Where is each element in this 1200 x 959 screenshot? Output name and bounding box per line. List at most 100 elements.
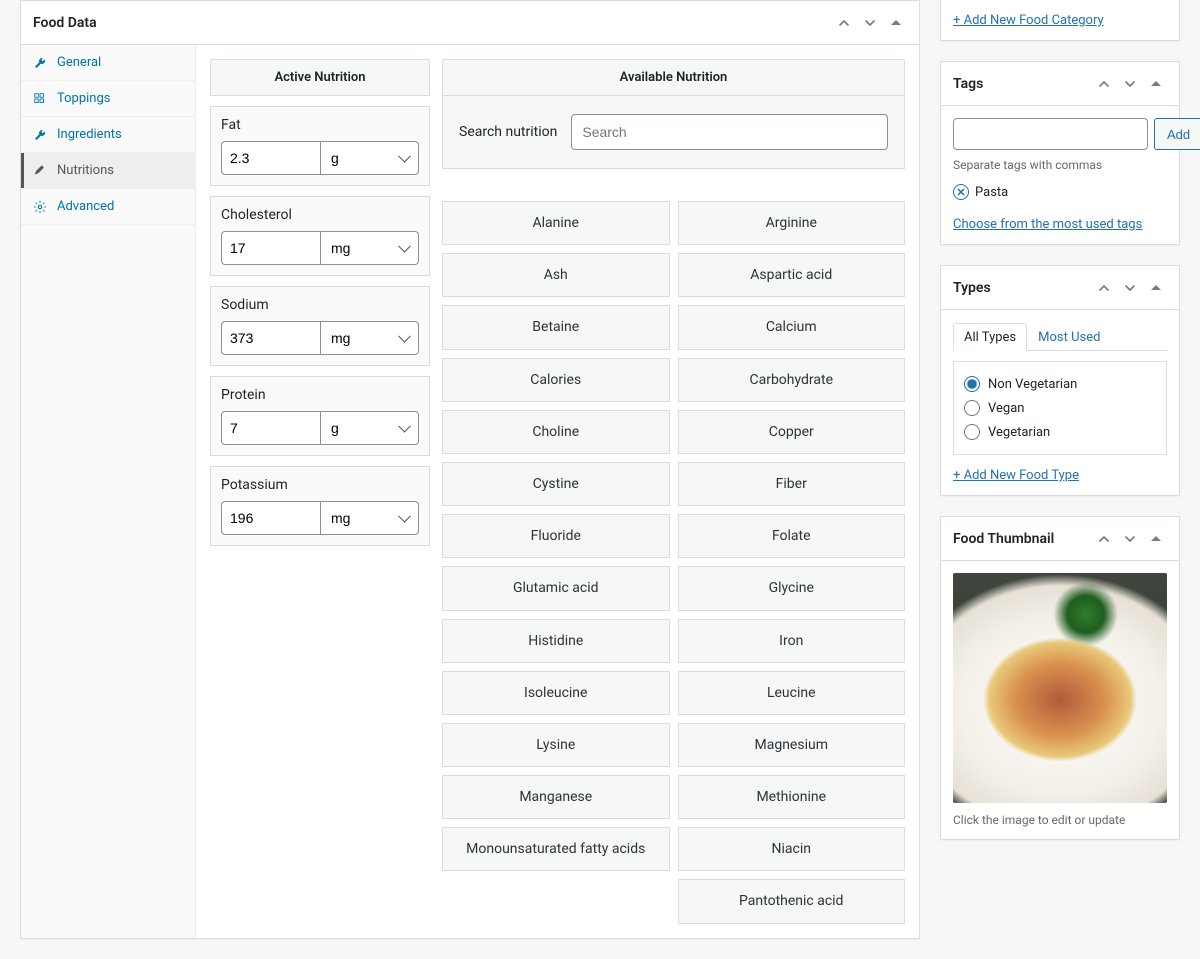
available-nutrition-item[interactable]: Alanine xyxy=(442,201,670,245)
types-tab[interactable]: Most Used xyxy=(1027,323,1111,351)
nutrition-value-input[interactable] xyxy=(221,411,321,445)
available-nutrition-item[interactable]: Choline xyxy=(442,410,670,454)
nutrition-unit-select[interactable]: g xyxy=(321,411,419,445)
available-nutrition-item[interactable]: Aspartic acid xyxy=(678,253,906,297)
nav-item-label: Toppings xyxy=(57,91,111,106)
search-input[interactable] xyxy=(571,114,888,150)
nutrition-unit-select[interactable]: g xyxy=(321,141,419,175)
available-nutrition-item[interactable]: Isoleucine xyxy=(442,671,670,715)
collapse-icon[interactable] xyxy=(1145,528,1167,550)
add-type-link[interactable]: + Add New Food Type xyxy=(953,468,1079,483)
type-radio[interactable] xyxy=(964,400,980,416)
type-radio[interactable] xyxy=(964,424,980,440)
available-nutrition-item[interactable]: Histidine xyxy=(442,619,670,663)
thumbnail-image[interactable] xyxy=(953,573,1167,803)
nutrition-value-input[interactable] xyxy=(221,231,321,265)
move-up-icon[interactable] xyxy=(1093,73,1115,95)
type-option[interactable]: Vegetarian xyxy=(964,420,1156,444)
types-tab[interactable]: All Types xyxy=(953,323,1027,351)
available-nutrition-item[interactable]: Fluoride xyxy=(442,514,670,558)
nav-item-general[interactable]: General xyxy=(21,45,195,81)
tags-header: Tags xyxy=(941,62,1179,106)
move-up-icon[interactable] xyxy=(1093,277,1115,299)
move-down-icon[interactable] xyxy=(1119,528,1141,550)
tags-title: Tags xyxy=(953,76,983,92)
add-tag-button[interactable]: Add xyxy=(1154,118,1200,150)
tags-panel: Tags Add Separate tags with commas ✕Past… xyxy=(940,61,1180,245)
type-radio[interactable] xyxy=(964,376,980,392)
move-down-icon[interactable] xyxy=(859,12,881,34)
available-nutrition-item[interactable]: Iron xyxy=(678,619,906,663)
available-nutrition-item[interactable]: Cystine xyxy=(442,462,670,506)
nav-item-nutritions[interactable]: Nutritions xyxy=(21,153,195,189)
gear-icon xyxy=(33,200,47,214)
nutrition-value-input[interactable] xyxy=(221,501,321,535)
nutrition-label: Cholesterol xyxy=(221,207,419,223)
thumbnail-caption: Click the image to edit or update xyxy=(953,813,1167,827)
available-nutrition-item[interactable]: Monounsaturated fatty acids xyxy=(442,827,670,871)
available-nutrition-item[interactable]: Glycine xyxy=(678,566,906,610)
available-nutrition-item[interactable]: Copper xyxy=(678,410,906,454)
nutrition-unit-select[interactable]: mg xyxy=(321,231,419,265)
nutrition-item: Sodium mg xyxy=(210,286,430,366)
thumbnail-panel: Food Thumbnail Click the image to edit o… xyxy=(940,516,1180,840)
nutrition-value-input[interactable] xyxy=(221,141,321,175)
active-nutrition-heading: Active Nutrition xyxy=(210,59,430,96)
nutrition-label: Protein xyxy=(221,387,419,403)
types-header: Types xyxy=(941,266,1179,310)
nav-item-label: Nutritions xyxy=(57,163,114,178)
remove-tag-icon[interactable]: ✕ xyxy=(953,184,969,200)
nav-item-advanced[interactable]: Advanced xyxy=(21,189,195,225)
search-label: Search nutrition xyxy=(459,124,557,140)
available-nutrition-item[interactable]: Magnesium xyxy=(678,723,906,767)
tags-input[interactable] xyxy=(953,118,1148,150)
available-nutrition-item[interactable]: Fiber xyxy=(678,462,906,506)
tags-help: Separate tags with commas xyxy=(953,158,1167,172)
collapse-icon[interactable] xyxy=(1145,277,1167,299)
nutrition-label: Sodium xyxy=(221,297,419,313)
thumbnail-header: Food Thumbnail xyxy=(941,517,1179,561)
nav-item-toppings[interactable]: Toppings xyxy=(21,81,195,117)
nav-item-ingredients[interactable]: Ingredients xyxy=(21,117,195,153)
nav-item-label: Advanced xyxy=(57,199,114,214)
tag-chip: ✕Pasta xyxy=(953,184,1008,200)
move-down-icon[interactable] xyxy=(1119,73,1141,95)
type-option-label: Vegan xyxy=(988,401,1024,416)
available-nutrition-item[interactable]: Lysine xyxy=(442,723,670,767)
available-nutrition-item[interactable]: Glutamic acid xyxy=(442,566,670,610)
nutrition-unit-select[interactable]: mg xyxy=(321,501,419,535)
search-row: Search nutrition xyxy=(442,96,905,169)
available-nutrition-item[interactable]: Pantothenic acid xyxy=(678,879,906,923)
nav-item-label: General xyxy=(57,55,101,70)
available-nutrition-item[interactable]: Niacin xyxy=(678,827,906,871)
nutrition-value-input[interactable] xyxy=(221,321,321,355)
available-nutrition-item[interactable]: Calories xyxy=(442,358,670,402)
types-title: Types xyxy=(953,280,991,296)
available-nutrition-heading: Available Nutrition xyxy=(442,59,905,96)
collapse-icon[interactable] xyxy=(1145,73,1167,95)
available-nutrition-item[interactable]: Arginine xyxy=(678,201,906,245)
available-nutrition-item[interactable]: Ash xyxy=(442,253,670,297)
nutrition-label: Potassium xyxy=(221,477,419,493)
type-option[interactable]: Non Vegetarian xyxy=(964,372,1156,396)
available-nutrition-item[interactable]: Leucine xyxy=(678,671,906,715)
type-option[interactable]: Vegan xyxy=(964,396,1156,420)
food-data-title: Food Data xyxy=(33,15,97,31)
most-used-tags-link[interactable]: Choose from the most used tags xyxy=(953,217,1142,232)
add-category-link[interactable]: + Add New Food Category xyxy=(953,13,1104,28)
nutrition-unit-select[interactable]: mg xyxy=(321,321,419,355)
move-down-icon[interactable] xyxy=(1119,277,1141,299)
nutrition-label: Fat xyxy=(221,117,419,133)
available-nutrition-item[interactable]: Carbohydrate xyxy=(678,358,906,402)
categories-panel-partial: + Add New Food Category xyxy=(940,0,1180,41)
collapse-icon[interactable] xyxy=(885,12,907,34)
move-up-icon[interactable] xyxy=(833,12,855,34)
available-nutrition-item[interactable]: Calcium xyxy=(678,305,906,349)
available-nutrition-item[interactable]: Betaine xyxy=(442,305,670,349)
available-nutrition-item[interactable]: Folate xyxy=(678,514,906,558)
wrench-icon xyxy=(33,56,47,70)
type-option-label: Vegetarian xyxy=(988,425,1050,440)
types-panel: Types All TypesMost Used Non Vegetarian V… xyxy=(940,265,1180,496)
move-up-icon[interactable] xyxy=(1093,528,1115,550)
food-data-panel: Food Data General Toppings Ingredients Nutr… xyxy=(20,0,920,939)
